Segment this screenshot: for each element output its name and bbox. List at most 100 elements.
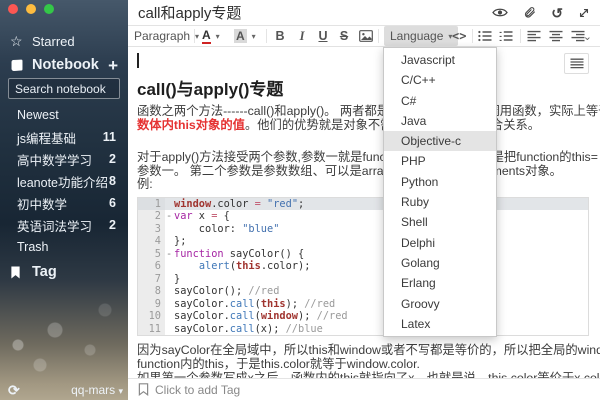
chevron-down-icon: ▾	[118, 386, 123, 396]
fold-marker[interactable]: -	[165, 248, 174, 261]
language-option-golang[interactable]: Golang	[384, 253, 496, 273]
code-line: 10 sayColor.call(window); //red	[138, 310, 588, 323]
starred-label: Starred	[32, 34, 75, 49]
bold-button[interactable]: B	[273, 26, 287, 46]
notebook-item-label: 英语词法学习	[17, 216, 92, 235]
code-line: 5-function sayColor() {	[138, 248, 588, 261]
bookmark-icon	[10, 266, 32, 279]
align-center-button[interactable]	[549, 26, 563, 46]
sidebar-notebook-item[interactable]: 高中数学学习2	[0, 148, 128, 170]
paragraph-2: 对于apply()方法接受两个参数,参数一就是function的作用域，也就是把…	[137, 151, 590, 192]
font-color-button[interactable]: A ▾	[202, 26, 220, 46]
line-number: 8	[138, 285, 165, 298]
code-line: 6 alert(this.color);	[138, 260, 588, 273]
notebook-item-label: leanote功能介绍	[17, 172, 108, 191]
code-block-button[interactable]: <>	[452, 26, 466, 46]
line-number: 4	[138, 235, 165, 248]
sidebar-notebook-item[interactable]: js编程基础11	[0, 126, 128, 148]
paragraph-style-label: Paragraph	[134, 29, 190, 43]
bold-label: B	[273, 29, 287, 43]
language-option-javascript[interactable]: Javascript	[384, 50, 496, 70]
maximize-window-button[interactable]	[44, 4, 54, 14]
sidebar-notebook-item[interactable]: 英语词法学习2	[0, 214, 128, 236]
close-window-button[interactable]	[8, 4, 18, 14]
language-label: Language	[390, 29, 443, 43]
fold-spacer	[165, 235, 174, 248]
notebook-item-label: 初中数学	[17, 194, 67, 213]
editor-content[interactable]: call()与apply()专题 函数之两个方法------call()和app…	[128, 47, 600, 378]
sidebar-item-trash[interactable]: Trash	[0, 236, 128, 258]
fold-marker[interactable]: -	[165, 210, 174, 223]
outline-menu-button[interactable]	[564, 53, 589, 74]
fold-spacer	[165, 285, 174, 298]
code-block[interactable]: 1 window.color = "red";2-var x = {3 colo…	[137, 197, 589, 337]
text-line: 参数一。 第二个参数是参数数组、可以是array对象,也可以是arguments…	[137, 165, 590, 179]
font-color-label: A	[202, 28, 211, 44]
language-option-objective-c[interactable]: Objective-c	[384, 131, 496, 151]
code-line: 1 window.color = "red";	[138, 198, 588, 211]
numbered-list-button[interactable]	[499, 26, 513, 46]
highlight-color-button[interactable]: A ▾	[234, 26, 256, 46]
underline-label: U	[316, 29, 330, 43]
language-dropdown-button[interactable]: Language ▾	[384, 26, 458, 46]
minimize-window-button[interactable]	[26, 4, 36, 14]
line-number: 1	[138, 198, 165, 211]
underline-button[interactable]: U	[316, 26, 330, 46]
toolbar-more-button[interactable]: ⌄	[583, 26, 592, 46]
add-notebook-button[interactable]: +	[108, 57, 118, 74]
notebook-count-badge: 8	[109, 174, 116, 188]
search-input[interactable]	[8, 78, 120, 99]
attachment-paperclip-icon[interactable]	[523, 6, 536, 19]
sidebar-footer: ⟳ qq-mars ▾	[0, 380, 128, 400]
sidebar-item-tag[interactable]: Tag	[0, 261, 128, 283]
italic-button[interactable]: I	[295, 26, 309, 46]
fullscreen-icon[interactable]	[578, 7, 590, 19]
account-menu[interactable]: qq-mars ▾	[71, 383, 123, 397]
line-number: 7	[138, 273, 165, 286]
language-option-shell[interactable]: Shell	[384, 212, 496, 232]
history-icon[interactable]: ↺	[551, 6, 563, 20]
language-option-c-c-[interactable]: C/C++	[384, 70, 496, 90]
chevron-down-icon: ⌄	[583, 30, 592, 43]
image-icon	[359, 30, 373, 42]
language-option-latex[interactable]: Latex	[384, 314, 496, 334]
line-number: 2	[138, 210, 165, 223]
language-option-delphi[interactable]: Delphi	[384, 233, 496, 253]
code-text: sayColor.call(x); //blue	[174, 323, 323, 336]
note-title[interactable]: call和apply专题	[138, 2, 241, 23]
code-line: 3 color: "blue"	[138, 223, 588, 236]
bullet-list-button[interactable]	[478, 26, 492, 46]
username: qq-mars	[71, 383, 115, 397]
text-line: 对于apply()方法接受两个参数,参数一就是function的作用域，也就是把…	[137, 151, 590, 165]
language-option-erlang[interactable]: Erlang	[384, 273, 496, 293]
sync-icon[interactable]: ⟳	[8, 382, 20, 399]
insert-image-button[interactable]	[359, 26, 373, 46]
sidebar-notebook-item[interactable]: 初中数学6	[0, 192, 128, 214]
language-dropdown-menu: JavascriptC/C++C#JavaObjective-cPHPPytho…	[383, 47, 497, 337]
text-line: 函数之两个方法------call()和apply()。 两者都是用来在特定作用…	[137, 105, 590, 119]
strikethrough-button[interactable]: S	[337, 26, 351, 46]
sidebar-item-starred[interactable]: ☆ Starred	[0, 30, 128, 52]
bullet-list-icon	[478, 30, 492, 42]
sidebar-item-notebook[interactable]: Notebook +	[0, 54, 128, 76]
code-text: }	[174, 273, 180, 286]
language-option-groovy[interactable]: Groovy	[384, 294, 496, 314]
note-heading: call()与apply()专题	[137, 75, 590, 100]
sidebar: ☆ Starred Notebook + Newest js编程基础11高中数学学…	[0, 0, 128, 400]
align-left-button[interactable]	[527, 26, 541, 46]
line-number: 5	[138, 248, 165, 261]
notebook-item-label: Newest	[17, 108, 59, 122]
language-option-php[interactable]: PHP	[384, 151, 496, 171]
sidebar-notebook-item[interactable]: leanote功能介绍8	[0, 170, 128, 192]
tag-bar[interactable]: Click to add Tag	[128, 378, 600, 400]
language-option-java[interactable]: Java	[384, 111, 496, 131]
preview-eye-icon[interactable]	[492, 7, 508, 18]
fold-spacer	[165, 310, 174, 323]
language-option-c-[interactable]: C#	[384, 91, 496, 111]
window-controls	[8, 4, 54, 14]
language-option-ruby[interactable]: Ruby	[384, 192, 496, 212]
language-option-python[interactable]: Python	[384, 172, 496, 192]
fold-spacer	[165, 223, 174, 236]
sidebar-notebook-item[interactable]: Newest	[0, 104, 128, 126]
paragraph-style-dropdown[interactable]: Paragraph ▾	[134, 26, 199, 46]
